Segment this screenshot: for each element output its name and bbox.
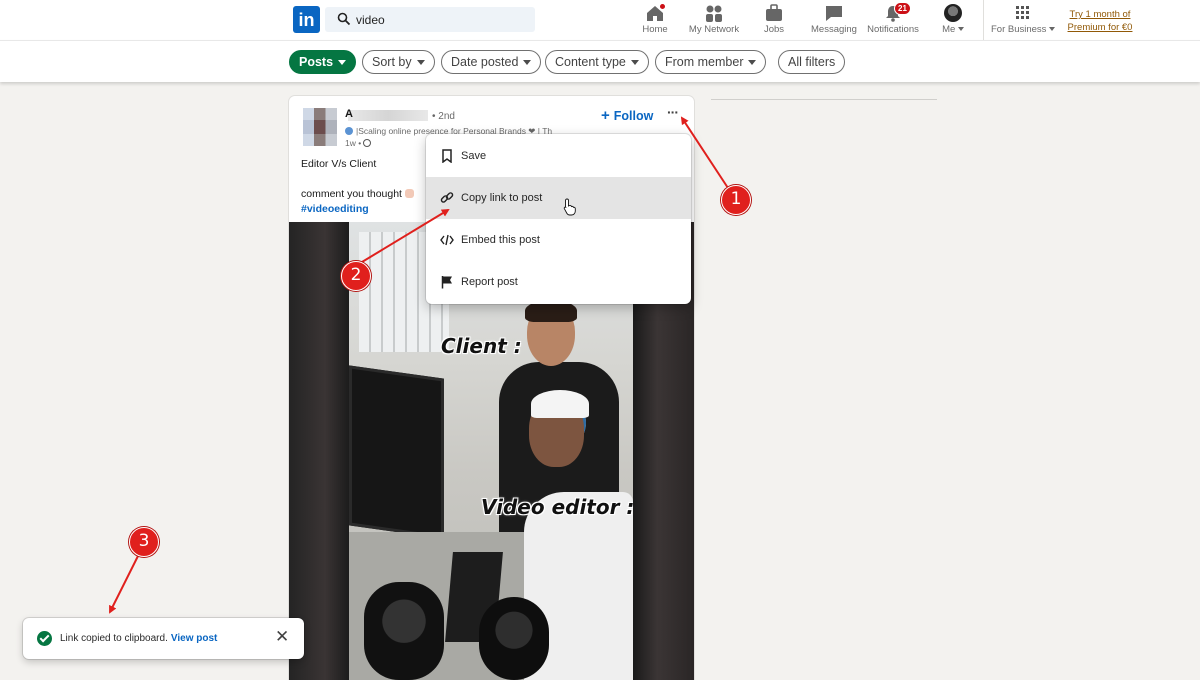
video-caption-client: Client : — [441, 334, 522, 358]
bookmark-icon — [442, 149, 452, 163]
messaging-icon — [823, 4, 845, 22]
filter-content-type[interactable]: Content type — [545, 50, 649, 74]
menu-item-save[interactable]: Save — [426, 135, 691, 177]
chevron-down-icon — [523, 60, 532, 66]
nav-notifications[interactable]: 21 Notifications — [866, 2, 920, 38]
cursor-hand-icon — [563, 198, 576, 216]
chevron-down-icon — [957, 27, 964, 32]
post-timestamp: 1w • — [345, 138, 372, 148]
premium-trial-link[interactable]: Try 1 month of Premium for €0 — [1063, 8, 1137, 34]
globe-icon — [345, 127, 353, 135]
success-check-icon — [37, 631, 52, 646]
annotation-step-3: 3 — [129, 527, 159, 557]
video-monitor — [349, 365, 444, 539]
menu-item-embed[interactable]: Embed this post — [426, 219, 691, 261]
menu-item-save-label: Save — [461, 150, 487, 162]
author-avatar[interactable] — [303, 108, 337, 146]
home-notification-dot — [658, 2, 667, 11]
search-bar[interactable]: video — [325, 7, 535, 32]
bell-icon: 21 — [882, 2, 911, 22]
connection-degree: • 2nd — [432, 111, 455, 122]
menu-item-report[interactable]: Report post — [426, 261, 691, 303]
search-input[interactable]: video — [356, 13, 385, 27]
chevron-down-icon — [748, 60, 757, 66]
video-blur-left — [289, 222, 349, 680]
close-icon[interactable]: ✕ — [275, 627, 289, 647]
linkedin-logo[interactable]: in — [293, 6, 320, 33]
briefcase-icon — [763, 4, 785, 22]
filter-from-member[interactable]: From member — [655, 50, 767, 74]
video-person-editor-cap — [531, 390, 589, 418]
chevron-down-icon — [1049, 27, 1056, 32]
nav-me[interactable]: Me — [940, 4, 966, 38]
nav-for-business-label: For Business — [991, 24, 1056, 35]
right-rail-divider — [711, 99, 937, 100]
nav-divider — [983, 0, 984, 40]
network-icon — [703, 4, 725, 22]
nav-jobs[interactable]: Jobs — [760, 4, 788, 38]
post-text-line-2: comment you thought — [301, 188, 414, 200]
toast-message: Link copied to clipboard. View post — [60, 633, 218, 644]
chevron-down-icon — [416, 60, 425, 66]
annotation-step-1: 1 — [721, 185, 751, 215]
public-visibility-icon — [363, 139, 372, 147]
grid-icon — [1011, 4, 1033, 22]
nav-jobs-label: Jobs — [763, 24, 785, 35]
premium-line-1: Try 1 month of — [1069, 9, 1131, 20]
nav-my-network[interactable]: My Network — [687, 4, 741, 38]
filter-date-posted[interactable]: Date posted — [441, 50, 542, 74]
nav-home-label: Home — [642, 24, 668, 35]
search-icon — [337, 12, 351, 26]
post-hashtag[interactable]: #videoediting — [301, 203, 369, 215]
nav-messaging-label: Messaging — [811, 24, 857, 35]
nav-home[interactable]: Home — [638, 2, 672, 38]
flag-icon — [441, 276, 452, 289]
nav-my-network-label: My Network — [688, 24, 740, 35]
menu-item-copy-link[interactable]: Copy link to post — [426, 177, 691, 219]
video-camera-1 — [364, 582, 444, 680]
filter-sort-by[interactable]: Sort by — [362, 50, 435, 74]
post-text-line-1: Editor V/s Client — [301, 158, 377, 170]
copy-confirmation-toast: Link copied to clipboard. View post ✕ — [23, 618, 304, 659]
author-name-redacted[interactable] — [348, 110, 428, 121]
plus-icon: + — [601, 107, 610, 124]
post-options-menu: Save Copy link to post Embed this post R… — [426, 134, 691, 304]
chevron-down-icon — [338, 60, 347, 66]
emoji-icon — [404, 189, 414, 198]
code-icon — [440, 234, 454, 246]
arrow-step-3 — [109, 555, 139, 614]
menu-item-report-label: Report post — [461, 276, 518, 288]
filter-all-filters[interactable]: All filters — [778, 50, 846, 74]
nav-for-business[interactable]: For Business — [991, 4, 1056, 38]
video-caption-editor: Video editor : — [481, 495, 633, 519]
home-icon — [644, 2, 667, 22]
top-navigation: in video Home My Network Jobs Messaging … — [0, 0, 1200, 40]
premium-line-2: Premium for €0 — [1067, 22, 1133, 33]
nav-notifications-label: Notifications — [867, 24, 919, 35]
menu-item-copy-link-label: Copy link to post — [461, 192, 543, 204]
menu-item-embed-label: Embed this post — [461, 234, 540, 246]
follow-button[interactable]: + Follow — [601, 107, 653, 124]
annotation-step-2: 2 — [341, 261, 371, 291]
video-camera-2 — [479, 597, 549, 680]
avatar — [944, 4, 962, 22]
toast-view-post-link[interactable]: View post — [171, 633, 218, 644]
more-options-button[interactable]: ··· — [667, 104, 679, 120]
author-name[interactable]: A — [345, 108, 353, 120]
chevron-down-icon — [630, 60, 639, 66]
nav-me-label: Me — [940, 24, 966, 35]
nav-messaging[interactable]: Messaging — [810, 4, 858, 38]
link-icon — [440, 192, 454, 203]
search-filter-bar: Posts Sort by Date posted Content type F… — [0, 40, 1200, 82]
notifications-badge: 21 — [894, 2, 911, 15]
filter-posts[interactable]: Posts — [289, 50, 357, 74]
